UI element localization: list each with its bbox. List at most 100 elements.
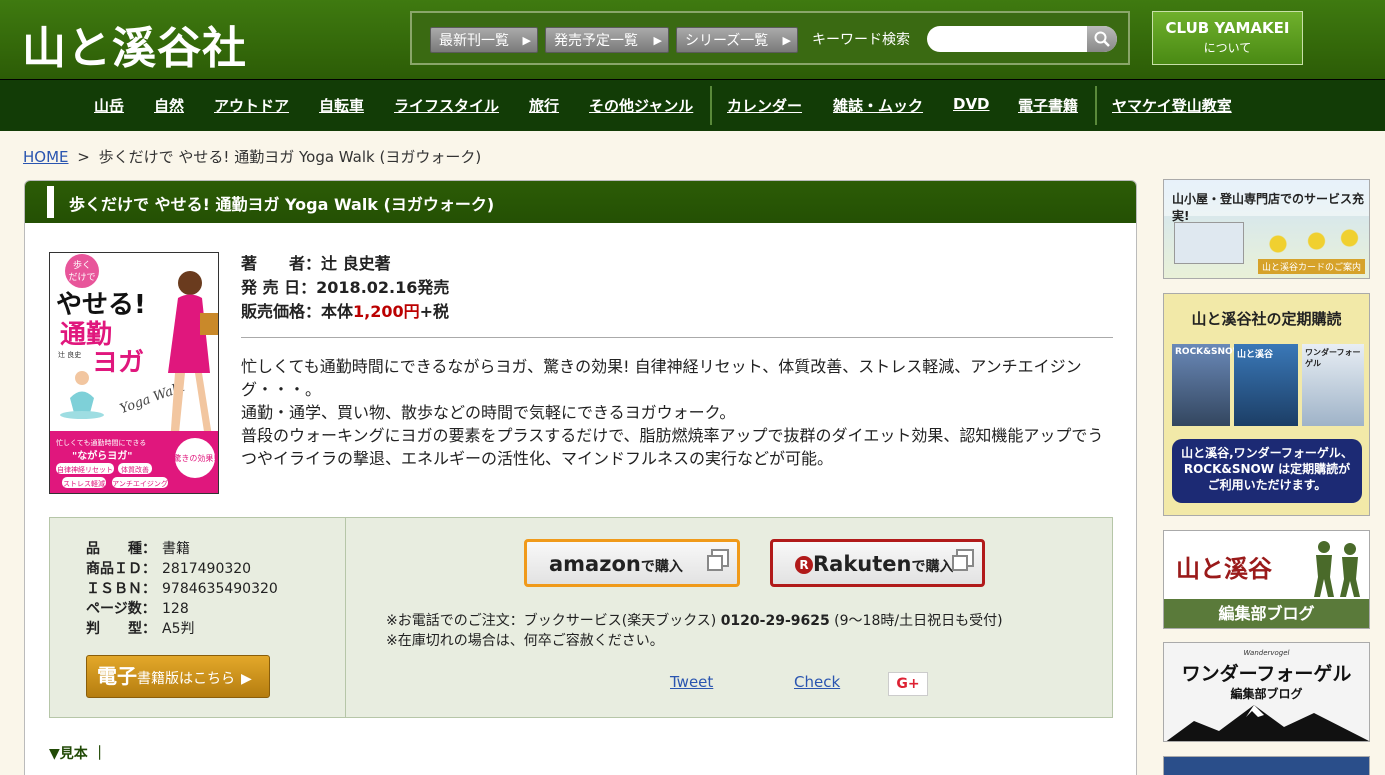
description-paragraph: 普段のウォーキングにヨガの要素をプラスするだけで、脂肪燃焼率アップで抜群のダイエ… [241,426,1104,468]
category-climbing-school[interactable]: ヤマケイ登山教室 [1112,95,1232,116]
search-box [927,26,1117,52]
cover-burst: 驚きの効果! [173,453,216,463]
book-info: 著 者：辻 良史著 発 売 日：2018.02.16発売 販売価格：本体1,20… [241,252,449,324]
sidebar-banner-editor-blog[interactable]: 山と溪谷 編集部ブログ [1163,530,1370,629]
category-outdoor[interactable]: アウトドア [214,95,289,116]
wandervogel-title: ワンダーフォーゲル [1181,663,1352,685]
editor-blog-label: 編集部ブログ [1164,599,1369,628]
amazon-label: amazon [549,552,641,576]
upcoming-releases-button[interactable]: 発売予定一覧 ▶ [545,27,669,53]
category-dvd[interactable]: DVD [953,95,990,113]
search-icon [1094,31,1110,47]
header-toolbar: 最新刊一覧 ▶ 発売予定一覧 ▶ シリーズ一覧 ▶ キーワード検索 [410,11,1130,65]
hikers-icon [1314,541,1360,597]
release-row: 発 売 日：2018.02.16発売 [241,278,450,297]
release-date: 2018.02.16発売 [316,278,450,297]
external-window-icon [707,549,729,571]
arrow-right-icon: ▶ [653,34,662,47]
svg-text:だけで: だけで [68,272,95,283]
search-input[interactable] [937,29,1087,49]
arrow-right-icon: ▶ [241,671,252,687]
amazon-buy-button[interactable]: amazonで購入 [524,539,740,587]
mountain-illustration [1166,705,1369,741]
arrow-right-icon: ▶ [782,34,791,47]
breadcrumb-separator: > [77,148,90,166]
sidebar-banner-partial[interactable] [1163,756,1370,775]
breadcrumb-home-link[interactable]: HOME [23,148,69,166]
book-detail-panel: 歩くだけで やせる! 通勤ヨガ Yoga Walk (ヨガウォーク) 歩く だけ… [24,180,1137,775]
rakuten-label: Rakuten [813,552,912,576]
cover-author: 辻 良史 [58,350,81,359]
category-other[interactable]: その他ジャンル [589,95,693,116]
category-travel[interactable]: 旅行 [529,95,559,116]
cover-title-3: ヨガ [92,348,144,378]
arrow-right-icon: ▶ [522,34,531,47]
book-title-header: 歩くだけで やせる! 通勤ヨガ Yoga Walk (ヨガウォーク) [25,181,1136,223]
external-window-icon [952,549,974,571]
editor-blog-logo: 山と溪谷 [1176,554,1272,583]
wandervogel-small: Wandervogel [1243,649,1290,657]
sidebar-banner-subscription[interactable]: 山と溪谷社の定期購読 ROCK&SNOW 山と溪谷 ワンダーフォーゲル 山と溪谷… [1163,293,1370,516]
category-nav: 山岳 自然 アウトドア 自転車 ライフスタイル 旅行 その他ジャンル カレンダー… [0,79,1385,131]
cover-tag-4: アンチエイジング [112,479,168,488]
category-magazine[interactable]: 雑誌・ムック [833,95,923,116]
spec-row-product-id: 商品ＩＤ： 2817490320 [86,561,252,577]
title-accent-bar [47,186,54,218]
author-row: 著 者：辻 良史著 [241,254,391,273]
banner-card-title: 山小屋・登山専門店でのサービス充実! [1172,192,1365,223]
site-header: 山と溪谷社 最新刊一覧 ▶ 発売予定一覧 ▶ シリーズ一覧 ▶ キーワード検索 CLU… [0,0,1385,79]
nav-divider [710,86,712,125]
phone-order-note: ※お電話でのご注文：ブックサービス(楽天ブックス) 0120-29-9625 (… [386,613,1003,629]
book-description: 忙しくても通勤時間にできるながらヨガ、驚きの効果! 自律神経リセット、体質改善、… [241,355,1111,470]
author-name: 辻 良史著 [321,254,391,273]
sidebar-banner-wandervogel-blog[interactable]: Wandervogel ワンダーフォーゲル 編集部ブログ [1163,642,1370,742]
spec-row-type: 品 種： 書籍 [86,541,190,557]
cover-title-1: やせる! [56,290,146,320]
cover-band-2: "ながらヨガ" [72,449,132,462]
magazine-wandervogel: ワンダーフォーゲル [1302,344,1364,426]
book-cover-illustration: 歩く だけで やせる! 通勤 ヨガ 辻 良史 Yoga Walk 忙しくても通勤… [50,253,218,493]
spec-row-format: 判 型： A5判 [86,621,195,637]
subscription-text: 山と溪谷,ワンダーフォーゲル、ROCK&SNOW は定期購読がご利用いただけます… [1172,439,1362,503]
magazine-rock-snow: ROCK&SNOW [1172,344,1243,426]
rakuten-r-icon: R [795,556,813,574]
spec-details: 品 種： 書籍 商品ＩＤ： 2817490320 ＩＳＢＮ： 978463549032… [50,518,346,717]
nav-divider [1095,86,1097,125]
cover-tag-3: ストレス軽減 [63,479,105,488]
club-yamakei-button[interactable]: CLUB YAMAKEI について [1152,11,1303,65]
book-cover-image[interactable]: 歩く だけで やせる! 通勤 ヨガ 辻 良史 Yoga Walk 忙しくても通勤… [49,252,219,494]
phone-number: 0120-29-9625 [720,613,830,629]
svg-text:歩く: 歩く [73,259,91,271]
sample-toggle[interactable]: ▼見本 ｜ [49,743,107,763]
category-ebooks[interactable]: 電子書籍 [1018,95,1078,116]
spec-row-pages: ページ数： 128 [86,601,189,617]
cover-title-2: 通勤 [60,320,112,350]
breadcrumb-current: 歩くだけで やせる! 通勤ヨガ Yoga Walk (ヨガウォーク) [98,148,482,166]
rakuten-buy-button[interactable]: R Rakutenで購入 [770,539,985,587]
breadcrumb: HOME > 歩くだけで やせる! 通勤ヨガ Yoga Walk (ヨガウォーク… [23,146,481,167]
divider [241,337,1113,338]
new-releases-button[interactable]: 最新刊一覧 ▶ [430,27,538,53]
category-lifestyle[interactable]: ライフスタイル [394,95,499,116]
site-logo[interactable]: 山と溪谷社 [22,12,247,76]
check-link[interactable]: Check [794,673,840,691]
price-value: 1,200円 [353,302,420,321]
description-paragraph: 忙しくても通勤時間にできるながらヨガ、驚きの効果! 自律神経リセット、体質改善、… [241,357,1082,399]
google-plus-button[interactable]: G+ [888,672,928,696]
sidebar-banner-card[interactable]: 山小屋・登山専門店でのサービス充実! 山と溪谷カードのご案内 [1163,179,1370,279]
tweet-link[interactable]: Tweet [670,673,713,691]
keyword-search-label: キーワード検索 [812,32,910,48]
description-paragraph: 通勤・通学、買い物、散歩などの時間で気軽にできるヨガウォーク。 [241,403,736,422]
club-subtitle: について [1203,41,1252,55]
category-mountain[interactable]: 山岳 [94,95,124,116]
club-title: CLUB YAMAKEI [1165,19,1290,37]
category-bicycle[interactable]: 自転車 [319,95,364,116]
series-list-button[interactable]: シリーズ一覧 ▶ [676,27,798,53]
category-nature[interactable]: 自然 [154,95,184,116]
category-calendar[interactable]: カレンダー [727,95,802,116]
ebook-version-button[interactable]: 電子書籍版はこちら ▶ [86,655,270,698]
search-button[interactable] [1087,26,1117,52]
wandervogel-sub: 編集部ブログ [1230,687,1303,701]
spec-row-isbn: ＩＳＢＮ： 9784635490320 [86,581,278,597]
subscription-title: 山と溪谷社の定期購読 [1191,310,1342,328]
